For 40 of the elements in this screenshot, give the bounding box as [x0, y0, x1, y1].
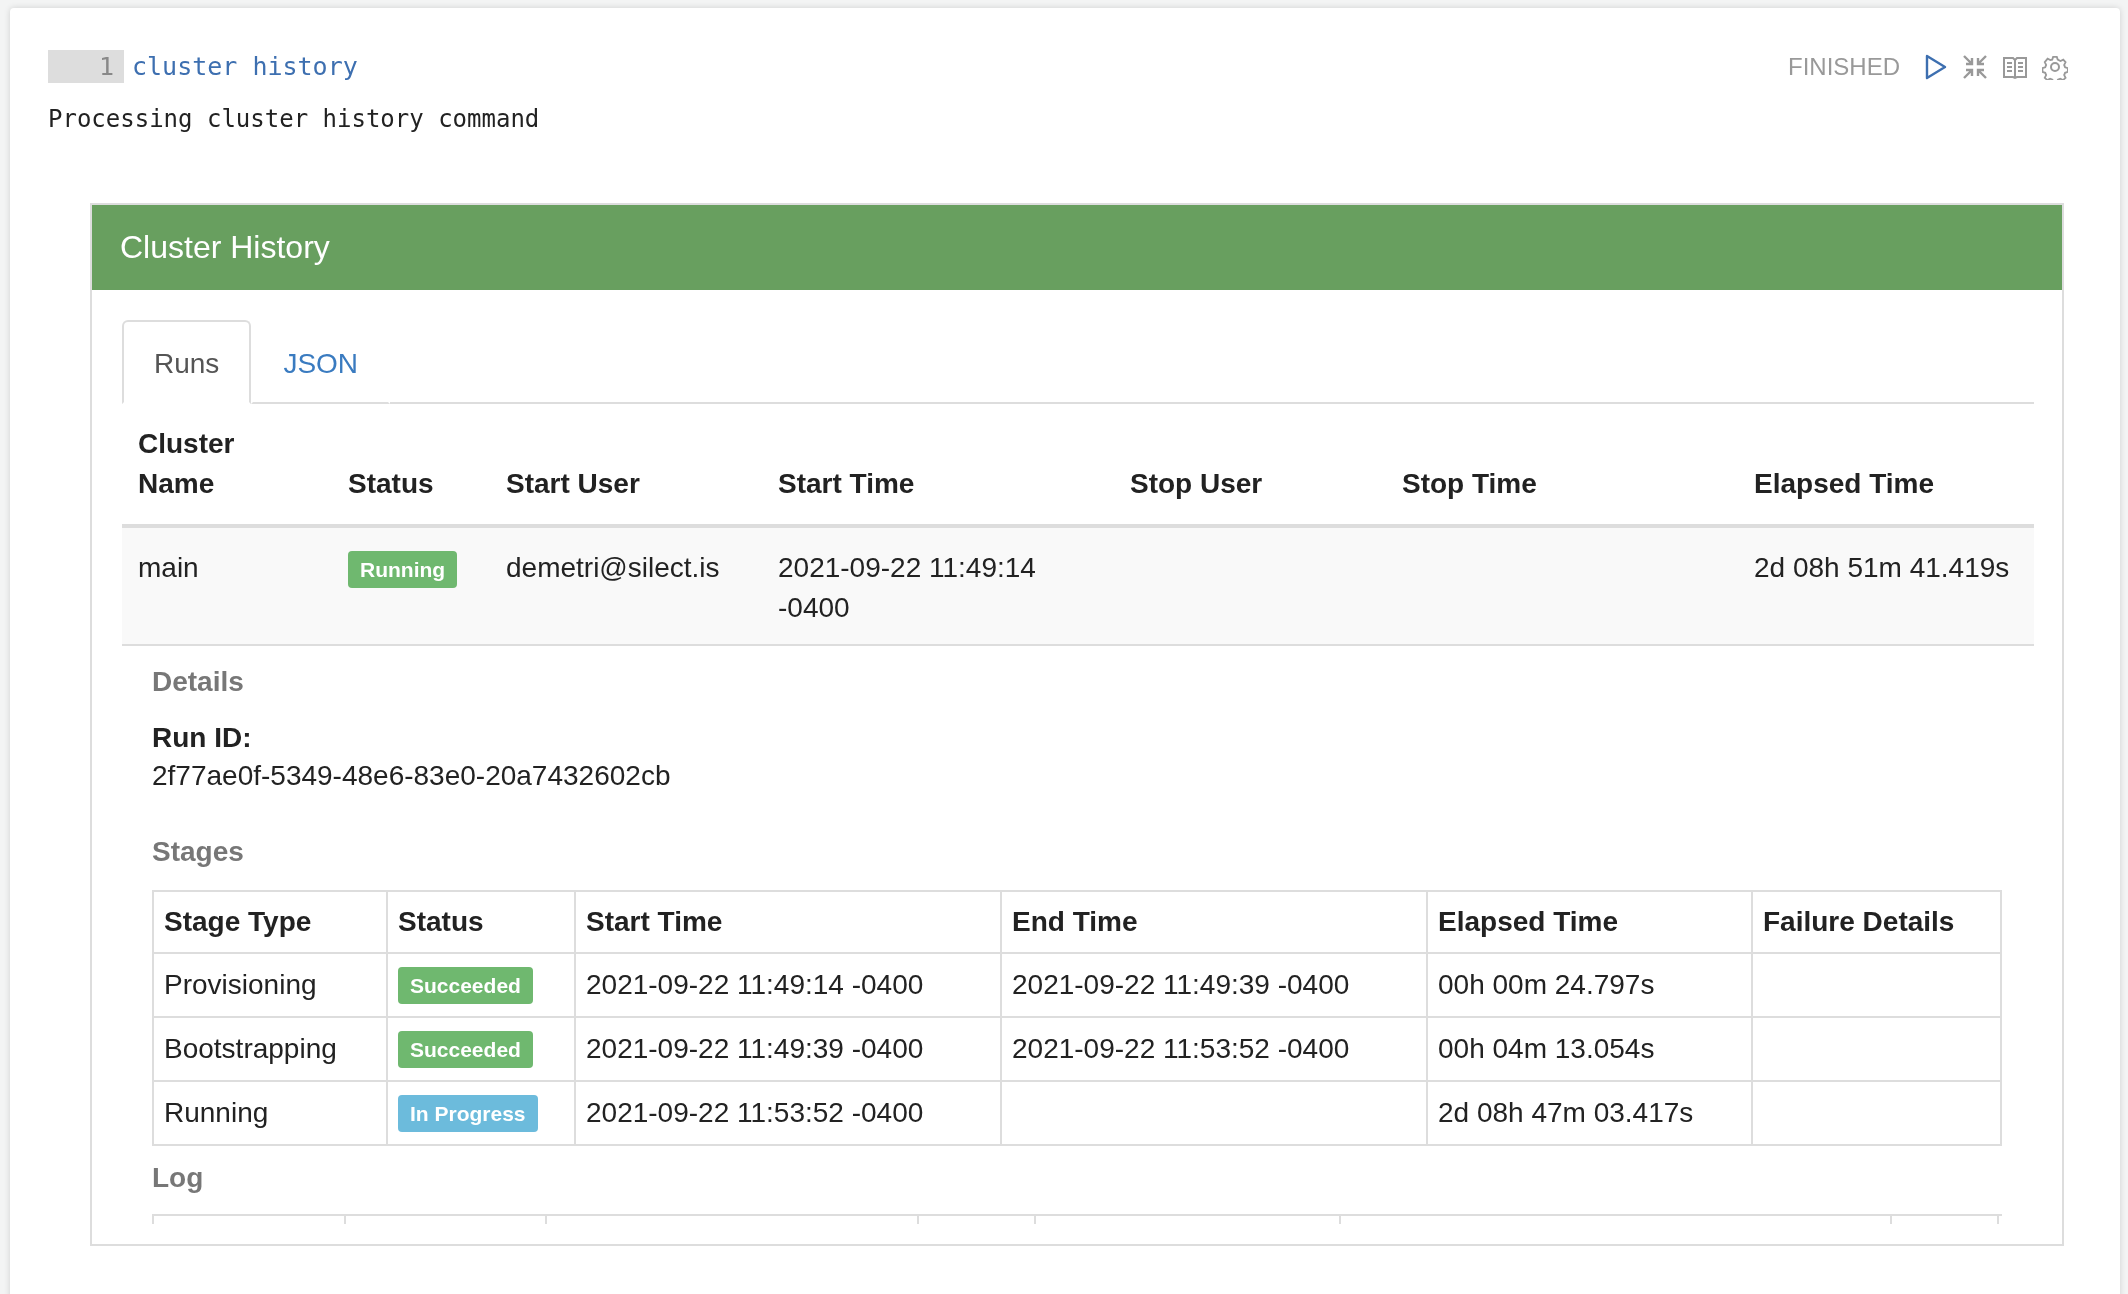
code-line[interactable]: cluster history — [132, 52, 358, 81]
status-badge: Running — [348, 551, 458, 588]
table-cell: 2021-09-22 11:49:14 -0400 — [778, 552, 1036, 623]
column-header: Failure Details — [1763, 906, 1955, 937]
status-badge: Succeeded — [398, 967, 533, 1004]
column-header: End Time — [1012, 906, 1138, 937]
status-badge: In Progress — [398, 1095, 538, 1132]
collapse-icon[interactable] — [1962, 53, 1988, 80]
table-cell: 2d 08h 51m 41.419s — [1754, 552, 2010, 583]
table-cell: 2021-09-22 11:49:39 -0400 — [586, 1033, 924, 1064]
panel-title: Cluster History — [92, 205, 2062, 290]
table-cell: Running — [164, 1097, 269, 1128]
tab[interactable]: JSON — [251, 320, 391, 404]
table-cell: 2021-09-22 11:49:39 -0400 — [1012, 969, 1350, 1000]
run-id-value: 2f77ae0f-5349-48e6-83e0-20a7432602cb — [152, 760, 672, 792]
section-heading: Log — [152, 1162, 205, 1194]
table-cell: 00h 04m 13.054s — [1438, 1033, 1655, 1064]
table-cell: demetri@silect.is — [506, 552, 720, 583]
table-cell: 00h 00m 24.797s — [1438, 969, 1655, 1000]
column-header: Status — [398, 906, 484, 937]
table-cell: Bootstrapping — [164, 1033, 337, 1064]
table-cell: 2021-09-22 11:53:52 -0400 — [1012, 1033, 1350, 1064]
table-cell: 2021-09-22 11:53:52 -0400 — [586, 1097, 924, 1128]
output-text: Processing cluster history command — [48, 105, 541, 133]
table-cell: 2021-09-22 11:49:14 -0400 — [586, 969, 924, 1000]
status-badge: Succeeded — [398, 1031, 533, 1068]
settings-icon[interactable] — [2042, 53, 2068, 80]
section-heading: Details — [152, 666, 245, 698]
column-header: Elapsed Time — [1438, 906, 1618, 937]
table-cell: main — [138, 552, 199, 583]
tab[interactable]: Runs — [122, 320, 252, 404]
column-header: Stage Type — [164, 906, 312, 937]
run-id-label: Run ID: — [152, 722, 253, 754]
table-cell: Provisioning — [164, 969, 317, 1000]
column-header: Start Time — [586, 906, 723, 937]
run-icon[interactable] — [1924, 53, 1948, 80]
paragraph-status: FINISHED — [1788, 52, 1900, 81]
table-cell: 2d 08h 47m 03.417s — [1438, 1097, 1694, 1128]
line-number: 1 — [48, 50, 124, 83]
section-heading: Stages — [152, 836, 245, 868]
